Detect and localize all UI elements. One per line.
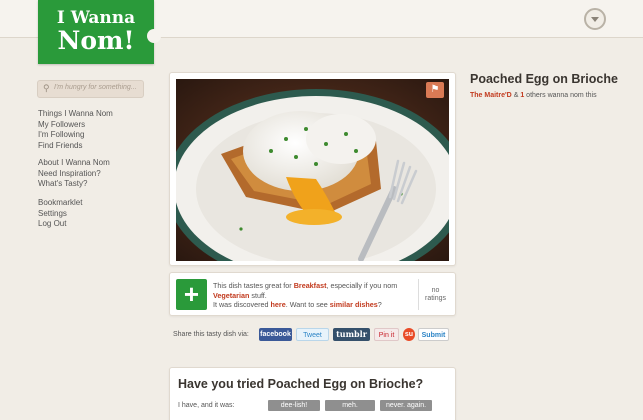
sidebar-item-settings[interactable]: Settings [38,209,82,220]
similar-dishes-link[interactable]: similar dishes [330,300,378,309]
dish-title: Poached Egg on Brioche [470,72,618,86]
taste-description: This dish tastes great for Breakfast, es… [213,281,413,310]
menu-dropdown-button[interactable] [584,8,606,30]
taste-info-card: + This dish tastes great for Breakfast, … [169,272,456,316]
tumblr-share-button[interactable]: tumblr [333,328,370,341]
sidebar-item-following[interactable]: I'm Following [38,130,113,141]
sidebar-item-inspiration[interactable]: Need Inspiration? [38,169,110,180]
tweet-button[interactable]: Tweet [296,328,329,341]
nom-amp: & [513,92,519,99]
facebook-share-button[interactable]: facebook [259,328,292,341]
diet-link[interactable]: Vegetarian [213,291,249,300]
taste-text-1: This dish tastes great for [213,281,294,290]
logo-line-1: I Wanna [56,8,136,28]
taste-text-4: It was discovered [213,300,271,309]
dish-photo-illustration [176,79,449,261]
sidebar-nav-main: Things I Wanna Nom My Followers I'm Foll… [38,109,113,151]
rating-meh-button[interactable]: meh. [325,400,375,411]
dish-photo-card: ⚑ [169,72,456,266]
taste-text-2: , especially if you nom [326,281,398,290]
taste-text-6: ? [377,300,382,309]
share-bar: Share this tasty dish via: facebook Twee… [173,328,463,342]
sidebar-item-about[interactable]: About I Wanna Nom [38,158,110,169]
sidebar-item-things-i-wanna-nom[interactable]: Things I Wanna Nom [38,109,113,120]
nom-user-link[interactable]: The Maitre'D [470,92,512,99]
search-input[interactable]: ⚲ I'm hungry for something... [37,80,144,98]
sidebar-nav-account: Bookmarklet Settings Log Out [38,198,82,230]
dish-photo [176,79,449,261]
rating-delish-button[interactable]: dee-lish! [268,400,320,411]
search-icon: ⚲ [43,83,50,93]
nom-count-link[interactable]: 1 [520,92,524,99]
nom-count: The Maitre'D & 1 others wanna nom this [470,92,597,99]
ratings-line-1: no [431,287,440,294]
pinterest-button[interactable]: Pin it [374,328,399,341]
sidebar-item-whats-tasty[interactable]: What's Tasty? [38,179,110,190]
ratings-line-2: ratings [424,295,446,302]
logo-bite-mark [147,29,161,43]
tried-dish-card: Have you tried Poached Egg on Brioche? I… [169,367,456,420]
stumbleupon-icon[interactable]: su [403,328,415,341]
stumbleupon-submit-button[interactable]: Submit [418,328,449,341]
logo-line-2: Nom! [57,26,135,55]
sidebar-item-log-out[interactable]: Log Out [38,219,82,230]
site-logo[interactable]: I Wanna Nom! [38,0,161,64]
sidebar-item-bookmarklet[interactable]: Bookmarklet [38,198,82,209]
tried-question-title: Have you tried Poached Egg on Brioche? [178,377,424,391]
source-link[interactable]: here [271,300,286,309]
add-dish-button[interactable]: + [176,279,207,310]
taste-text-5: . Want to see [285,300,330,309]
sidebar-nav-info: About I Wanna Nom Need Inspiration? What… [38,158,110,190]
tried-label: I have, and it was: [178,402,235,409]
search-placeholder: I'm hungry for something... [54,84,137,91]
nom-suffix: others wanna nom this [526,92,597,99]
flag-icon[interactable]: ⚑ [426,82,444,98]
ratings-count: no ratings [418,279,452,310]
rating-never-again-button[interactable]: never. again. [380,400,432,411]
meal-link[interactable]: Breakfast [294,281,327,290]
sidebar-item-my-followers[interactable]: My Followers [38,120,113,131]
taste-text-3: stuff. [249,290,267,300]
sidebar-item-find-friends[interactable]: Find Friends [38,141,113,152]
share-label: Share this tasty dish via: [173,331,249,338]
